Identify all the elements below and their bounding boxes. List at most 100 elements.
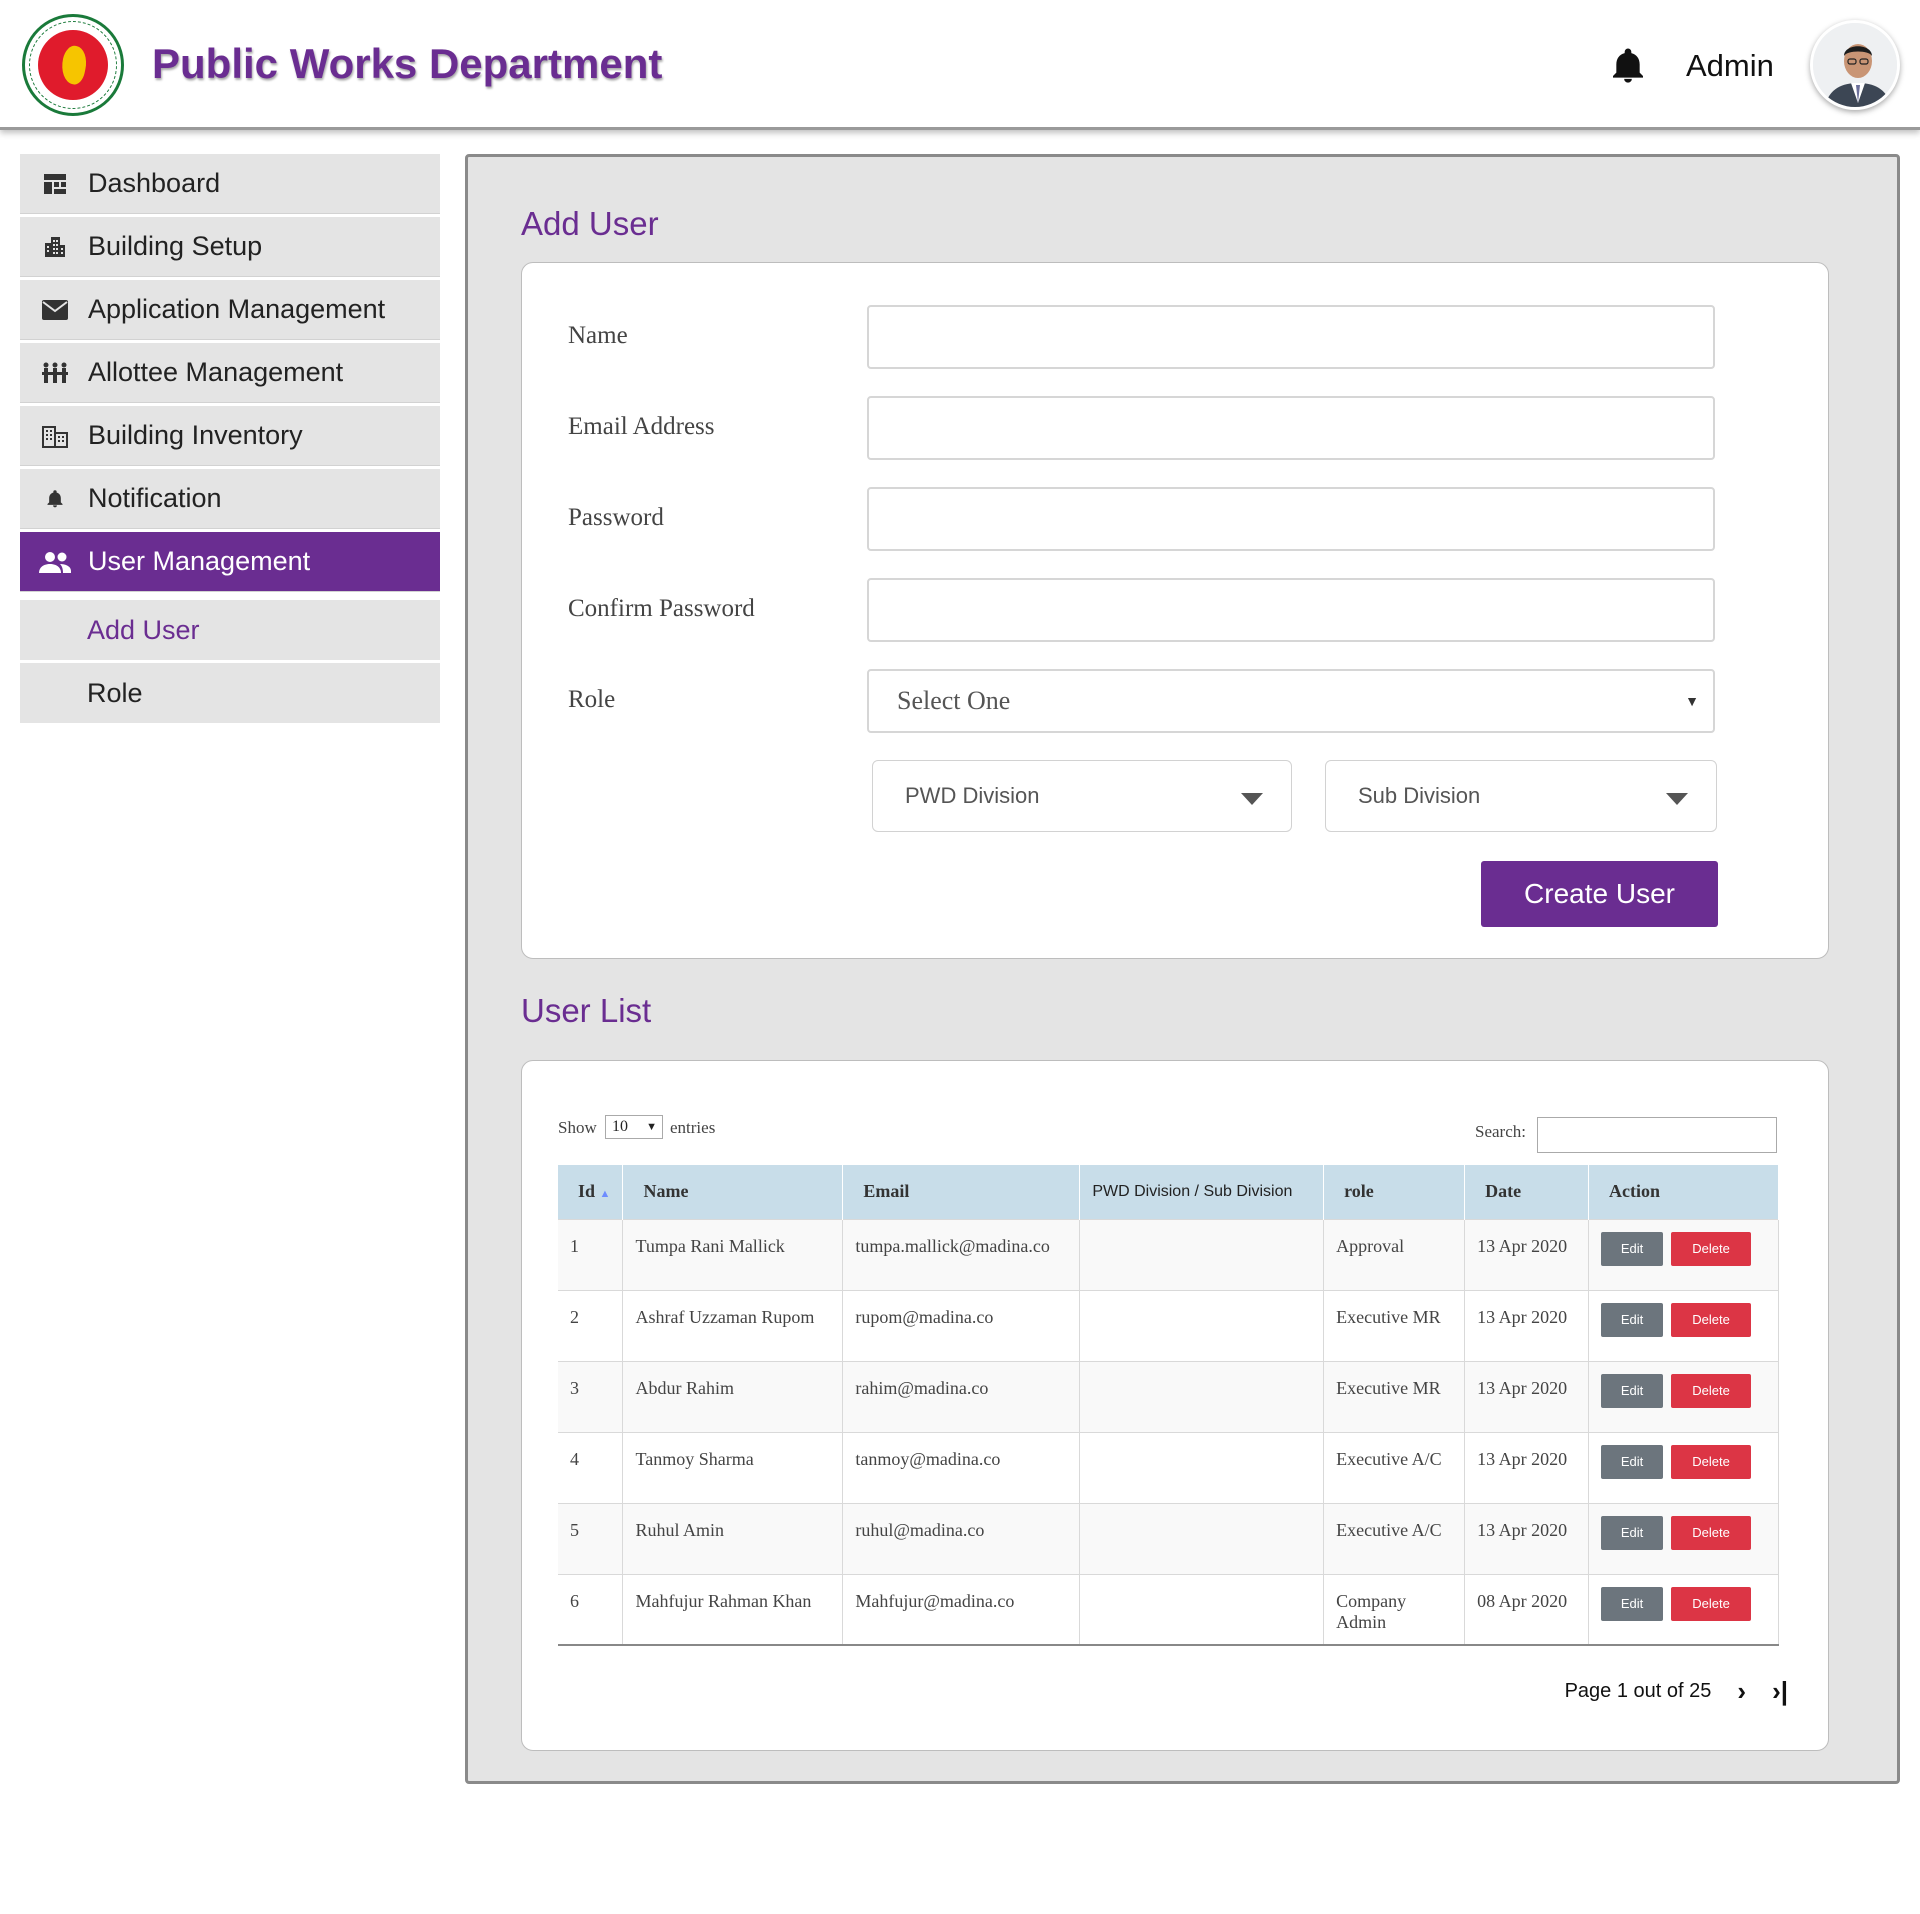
cell-date: 13 Apr 2020 [1464, 1360, 1590, 1432]
user-avatar[interactable] [1810, 20, 1900, 110]
cell-id: 3 [558, 1360, 624, 1432]
cell-id: 4 [558, 1431, 624, 1503]
column-header-id[interactable]: Id ▲ [558, 1165, 624, 1219]
email-label: Email Address [568, 413, 715, 440]
people-group-icon [38, 358, 72, 388]
column-header-division[interactable]: PWD Division / Sub Division [1079, 1165, 1325, 1219]
page-indicator: Page 1 out of 25 [1564, 1680, 1712, 1702]
role-select-value: Select One [897, 686, 1011, 715]
sidebar-item-notification[interactable]: Notification [20, 469, 440, 529]
cell-id: 6 [558, 1573, 624, 1646]
users-icon [38, 547, 72, 577]
entries-label: entries [670, 1118, 716, 1137]
government-seal-logo [22, 14, 124, 116]
search-input[interactable] [1537, 1117, 1777, 1153]
cell-email: tanmoy@madina.co [842, 1431, 1081, 1503]
column-header-action: Action [1588, 1165, 1779, 1219]
edit-button[interactable]: Edit [1601, 1515, 1664, 1550]
cell-role: Executive A/C [1323, 1502, 1466, 1574]
sort-asc-icon: ▲ [599, 1188, 611, 1201]
name-input[interactable] [867, 305, 1715, 369]
edit-button[interactable]: Edit [1601, 1444, 1664, 1479]
sub-division-select[interactable]: Sub Division [1325, 760, 1717, 832]
pwd-division-value: PWD Division [905, 783, 1040, 808]
create-user-button[interactable]: Create User [1481, 861, 1718, 927]
role-select[interactable]: Select One ▼ [867, 669, 1715, 733]
users-table: Id ▲ Name Email PWD Division / Sub Divis… [558, 1165, 1779, 1646]
add-user-form: Name Email Address Password Confirm Pass… [521, 262, 1829, 959]
show-label: Show [558, 1118, 597, 1137]
table-row: 1 Tumpa Rani Mallick tumpa.mallick@madin… [558, 1218, 1779, 1290]
delete-button[interactable]: Delete [1671, 1373, 1752, 1408]
cell-date: 08 Apr 2020 [1464, 1573, 1590, 1646]
edit-button[interactable]: Edit [1601, 1373, 1664, 1408]
sidebar-item-dashboard[interactable]: Dashboard [20, 154, 440, 214]
delete-button[interactable]: Delete [1671, 1586, 1752, 1621]
sidebar-subitem-add-user[interactable]: Add User [20, 600, 440, 660]
edit-button[interactable]: Edit [1601, 1302, 1664, 1337]
sidebar-item-allottee-management[interactable]: Allottee Management [20, 343, 440, 403]
table-row: 6 Mahfujur Rahman Khan Mahfujur@madina.c… [558, 1573, 1779, 1646]
caret-down-icon: ▼ [646, 1121, 657, 1133]
sidebar-subitem-role[interactable]: Role [20, 663, 440, 723]
chevron-right-icon[interactable]: › [1737, 1676, 1746, 1707]
last-page-icon[interactable]: ›| [1772, 1676, 1788, 1707]
main-content: Add User Name Email Address Password Con… [465, 154, 1900, 1784]
sidebar-item-building-setup[interactable]: Building Setup [20, 217, 440, 277]
delete-button[interactable]: Delete [1671, 1302, 1752, 1337]
user-name[interactable]: Admin [1686, 48, 1774, 84]
edit-button[interactable]: Edit [1601, 1231, 1664, 1266]
cell-date: 13 Apr 2020 [1464, 1431, 1590, 1503]
delete-button[interactable]: Delete [1671, 1231, 1752, 1266]
delete-button[interactable]: Delete [1671, 1444, 1752, 1479]
cell-role: Executive MR [1323, 1289, 1466, 1361]
sidebar-item-user-management[interactable]: User Management [20, 532, 440, 592]
cell-id: 1 [558, 1218, 624, 1290]
sidebar-item-label: Dashboard [88, 168, 221, 198]
delete-button[interactable]: Delete [1671, 1515, 1752, 1550]
seal-map-shape [58, 43, 90, 87]
bell-icon[interactable] [1608, 46, 1648, 86]
cell-name: Tanmoy Sharma [622, 1431, 844, 1503]
cell-email: rupom@madina.co [842, 1289, 1081, 1361]
column-header-email[interactable]: Email [842, 1165, 1081, 1219]
column-header-role[interactable]: role [1323, 1165, 1466, 1219]
sidebar-item-building-inventory[interactable]: Building Inventory [20, 406, 440, 466]
email-input[interactable] [867, 396, 1715, 460]
cell-date: 13 Apr 2020 [1464, 1502, 1590, 1574]
column-header-name[interactable]: Name [622, 1165, 844, 1219]
cell-date: 13 Apr 2020 [1464, 1289, 1590, 1361]
triangle-down-icon [1241, 793, 1263, 805]
cell-action: Edit Delete [1588, 1502, 1779, 1574]
app-header: Public Works Department Admin [0, 0, 1920, 130]
cell-name: Ashraf Uzzaman Rupom [622, 1289, 844, 1361]
table-row: 2 Ashraf Uzzaman Rupom rupom@madina.co E… [558, 1289, 1779, 1361]
cell-name: Ruhul Amin [622, 1502, 844, 1574]
user-list-title: User List [521, 992, 652, 1029]
user-list-card: Show 10 ▼ entries Search: Id ▲ Name Emai… [521, 1060, 1829, 1751]
cell-name: Abdur Rahim [622, 1360, 844, 1432]
cell-action: Edit Delete [1588, 1289, 1779, 1361]
confirm-password-input[interactable] [867, 578, 1715, 642]
seal-red-disc [38, 30, 108, 100]
cell-email: rahim@madina.co [842, 1360, 1081, 1432]
cell-email: Mahfujur@madina.co [842, 1573, 1081, 1646]
sidebar-item-application-management[interactable]: Application Management [20, 280, 440, 340]
password-input[interactable] [867, 487, 1715, 551]
pwd-division-select[interactable]: PWD Division [872, 760, 1292, 832]
building-icon [38, 232, 72, 262]
cell-division [1079, 1431, 1325, 1503]
cell-division [1079, 1218, 1325, 1290]
confirm-password-label: Confirm Password [568, 595, 755, 622]
sub-division-value: Sub Division [1358, 783, 1481, 808]
sidebar-nav: Dashboard Building Setup Application Man… [20, 154, 440, 726]
entries-select[interactable]: 10 ▼ [605, 1115, 663, 1139]
dashboard-icon [38, 169, 72, 199]
entries-value: 10 [612, 1118, 628, 1135]
table-row: 4 Tanmoy Sharma tanmoy@madina.co Executi… [558, 1431, 1779, 1503]
cell-id: 5 [558, 1502, 624, 1574]
sidebar-item-label: Building Setup [88, 231, 263, 261]
column-header-date[interactable]: Date [1464, 1165, 1590, 1219]
sidebar-item-label: User Management [88, 546, 311, 576]
edit-button[interactable]: Edit [1601, 1586, 1664, 1621]
